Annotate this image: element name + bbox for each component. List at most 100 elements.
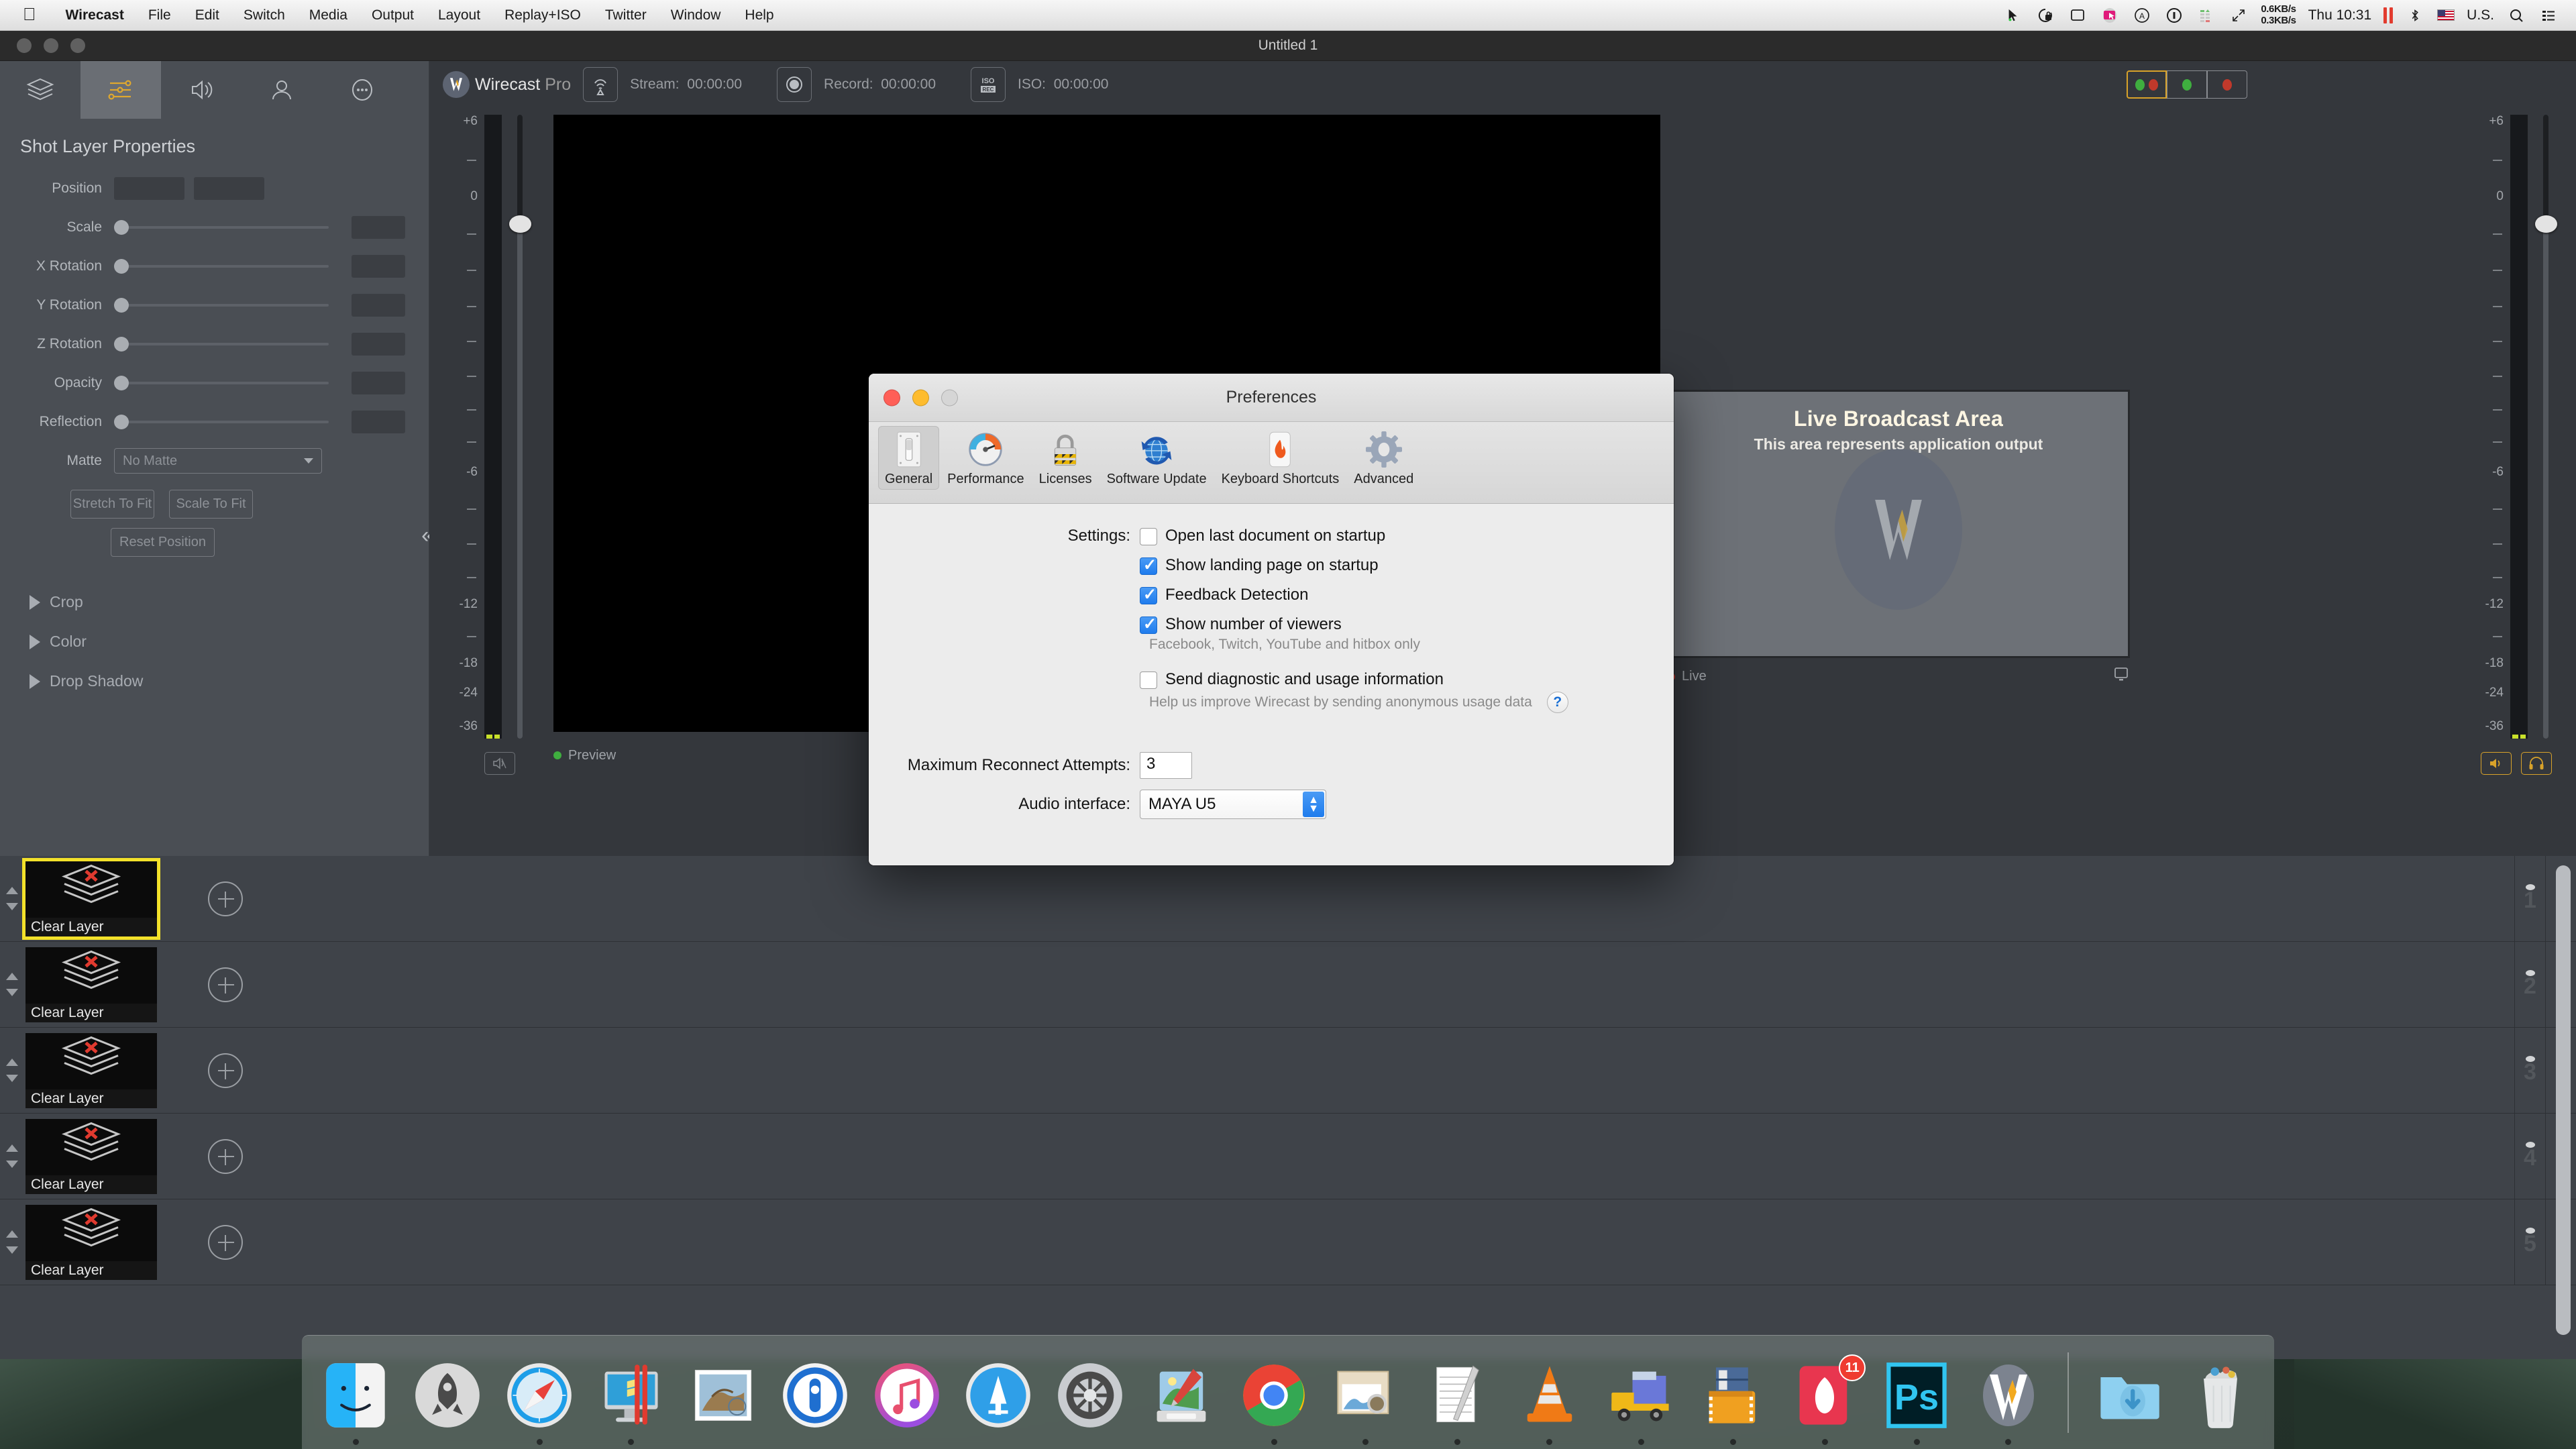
- dock-item-wirecast[interactable]: [1965, 1344, 2051, 1445]
- layer-reorder-arrows[interactable]: [0, 887, 24, 910]
- audio-fader-right[interactable]: [2538, 115, 2553, 739]
- reconnect-attempts-input[interactable]: 3: [1140, 752, 1192, 779]
- pref-tab-software-update[interactable]: Software Update: [1100, 426, 1214, 490]
- preferences-close-button[interactable]: [883, 389, 900, 406]
- checkbox-box[interactable]: [1140, 557, 1157, 575]
- tab-properties[interactable]: [80, 61, 161, 119]
- opacity-slider[interactable]: [114, 372, 329, 394]
- checkbox-box[interactable]: [1140, 616, 1157, 634]
- speaker-button-right[interactable]: [2481, 752, 2512, 775]
- menu-item-switch[interactable]: Switch: [231, 7, 297, 23]
- checkbox-show-number-of-viewers[interactable]: Show number of viewers: [1140, 615, 1342, 634]
- triangle-up-icon[interactable]: [6, 1059, 18, 1066]
- window-close-button[interactable]: [17, 38, 32, 53]
- dock-item-disk-utility[interactable]: [1139, 1344, 1226, 1445]
- position-y-input[interactable]: [194, 177, 264, 200]
- audio-fader-left[interactable]: [513, 115, 527, 739]
- dock-item-photos[interactable]: [1322, 1344, 1409, 1445]
- stream-button[interactable]: [583, 67, 618, 102]
- search-icon[interactable]: [2506, 5, 2526, 25]
- layer-reorder-arrows[interactable]: [0, 1230, 24, 1254]
- preferences-minimize-button[interactable]: [912, 389, 929, 406]
- bluetooth-icon[interactable]: [2405, 5, 2425, 25]
- y-rotation-value-input[interactable]: [352, 294, 405, 317]
- layer-row[interactable]: Clear Layer 1: [0, 856, 2576, 942]
- scale-to-fit-button[interactable]: Scale To Fit: [169, 490, 253, 519]
- lock-rotation-icon[interactable]: [2035, 5, 2055, 25]
- plus-circle-icon[interactable]: [208, 1053, 243, 1088]
- y-rotation-slider[interactable]: [114, 294, 329, 317]
- layer-list-scrollbar[interactable]: [2556, 865, 2571, 1335]
- section-drop-shadow[interactable]: Drop Shadow: [0, 661, 429, 701]
- z-rotation-slider[interactable]: [114, 333, 329, 356]
- menu-bar-clock[interactable]: Thu 10:31: [2308, 7, 2372, 23]
- layer-row[interactable]: Clear Layer 2: [0, 942, 2576, 1028]
- dock-item-1password[interactable]: [771, 1344, 858, 1445]
- audio-interface-select[interactable]: MAYA U5 ▲▼: [1140, 790, 1326, 819]
- layer-reorder-arrows[interactable]: [0, 1144, 24, 1168]
- triangle-down-icon[interactable]: [6, 903, 18, 910]
- info-circle-icon[interactable]: [2164, 5, 2184, 25]
- menu-item-window[interactable]: Window: [659, 7, 733, 23]
- x-rotation-value-input[interactable]: [352, 255, 405, 278]
- layer-thumbnail[interactable]: Clear Layer: [25, 1119, 157, 1194]
- preferences-zoom-button[interactable]: [941, 389, 958, 406]
- checkbox-box[interactable]: [1140, 528, 1157, 545]
- dock-item-finder[interactable]: [313, 1344, 399, 1445]
- bars-graph-icon[interactable]: [2196, 5, 2216, 25]
- dock-item-photoshop[interactable]: Ps: [1874, 1344, 1960, 1445]
- layer-thumbnail[interactable]: Clear Layer: [25, 861, 157, 936]
- triangle-up-icon[interactable]: [6, 973, 18, 980]
- checkbox-send-diagnostics[interactable]: Send diagnostic and usage information: [1140, 670, 1444, 689]
- dock-item-mail[interactable]: [680, 1344, 766, 1445]
- output-indicator-live[interactable]: [2207, 70, 2247, 99]
- help-button[interactable]: ?: [1547, 692, 1568, 713]
- pref-tab-licenses[interactable]: Licenses: [1032, 426, 1099, 490]
- stepper-arrows-icon[interactable]: ▲▼: [1303, 792, 1324, 817]
- dock-item-notes[interactable]: [1414, 1344, 1501, 1445]
- menu-item-wirecast[interactable]: Wirecast: [54, 7, 136, 23]
- dock-item-vlc[interactable]: [1506, 1344, 1593, 1445]
- tab-layers[interactable]: [0, 61, 80, 119]
- triangle-down-icon[interactable]: [6, 1075, 18, 1082]
- menu-item-twitter[interactable]: Twitter: [593, 7, 659, 23]
- checkbox-box[interactable]: [1140, 672, 1157, 689]
- reset-position-button[interactable]: Reset Position: [111, 528, 215, 557]
- triangle-down-icon[interactable]: [6, 1161, 18, 1168]
- section-color[interactable]: Color: [0, 622, 429, 661]
- mute-button-left[interactable]: [484, 752, 515, 775]
- dock-item-safari[interactable]: [496, 1344, 583, 1445]
- layer-number-cell[interactable]: 1: [2514, 856, 2546, 941]
- output-indicator-both[interactable]: [2127, 70, 2167, 99]
- pause-icon[interactable]: [2383, 7, 2393, 23]
- dock-item-chrome[interactable]: [1231, 1344, 1318, 1445]
- z-rotation-value-input[interactable]: [352, 333, 405, 356]
- dock-item-launchpad[interactable]: [405, 1344, 491, 1445]
- layer-number-cell[interactable]: 5: [2514, 1199, 2546, 1285]
- monitor-icon[interactable]: [2112, 666, 2130, 687]
- matte-select[interactable]: No Matte: [114, 448, 322, 474]
- tab-social[interactable]: [241, 61, 322, 119]
- triangle-down-icon[interactable]: [6, 1246, 18, 1254]
- screen-share-icon[interactable]: [2100, 5, 2120, 25]
- layer-row[interactable]: Clear Layer 5: [0, 1199, 2576, 1285]
- apple-icon[interactable]: : [0, 5, 54, 23]
- layer-row[interactable]: Clear Layer 3: [0, 1028, 2576, 1114]
- arrows-expand-icon[interactable]: [2229, 5, 2249, 25]
- layer-row[interactable]: Clear Layer 4: [0, 1114, 2576, 1199]
- layer-number-cell[interactable]: 4: [2514, 1114, 2546, 1199]
- layer-thumbnail[interactable]: Clear Layer: [25, 1033, 157, 1108]
- menu-item-edit[interactable]: Edit: [183, 7, 231, 23]
- pref-tab-advanced[interactable]: Advanced: [1347, 426, 1420, 490]
- triangle-up-icon[interactable]: [6, 1230, 18, 1238]
- reflection-value-input[interactable]: [352, 411, 405, 433]
- window-zoom-button[interactable]: [70, 38, 85, 53]
- pref-tab-keyboard-shortcuts[interactable]: Keyboard Shortcuts: [1215, 426, 1346, 490]
- input-source-label[interactable]: U.S.: [2467, 7, 2494, 23]
- opacity-value-input[interactable]: [352, 372, 405, 394]
- checkbox-show-landing-page[interactable]: Show landing page on startup: [1140, 556, 1379, 575]
- layer-thumbnail[interactable]: Clear Layer: [25, 947, 157, 1022]
- layer-number-cell[interactable]: 3: [2514, 1028, 2546, 1113]
- dock-item-app-store[interactable]: [955, 1344, 1042, 1445]
- dock-item-itunes[interactable]: [863, 1344, 950, 1445]
